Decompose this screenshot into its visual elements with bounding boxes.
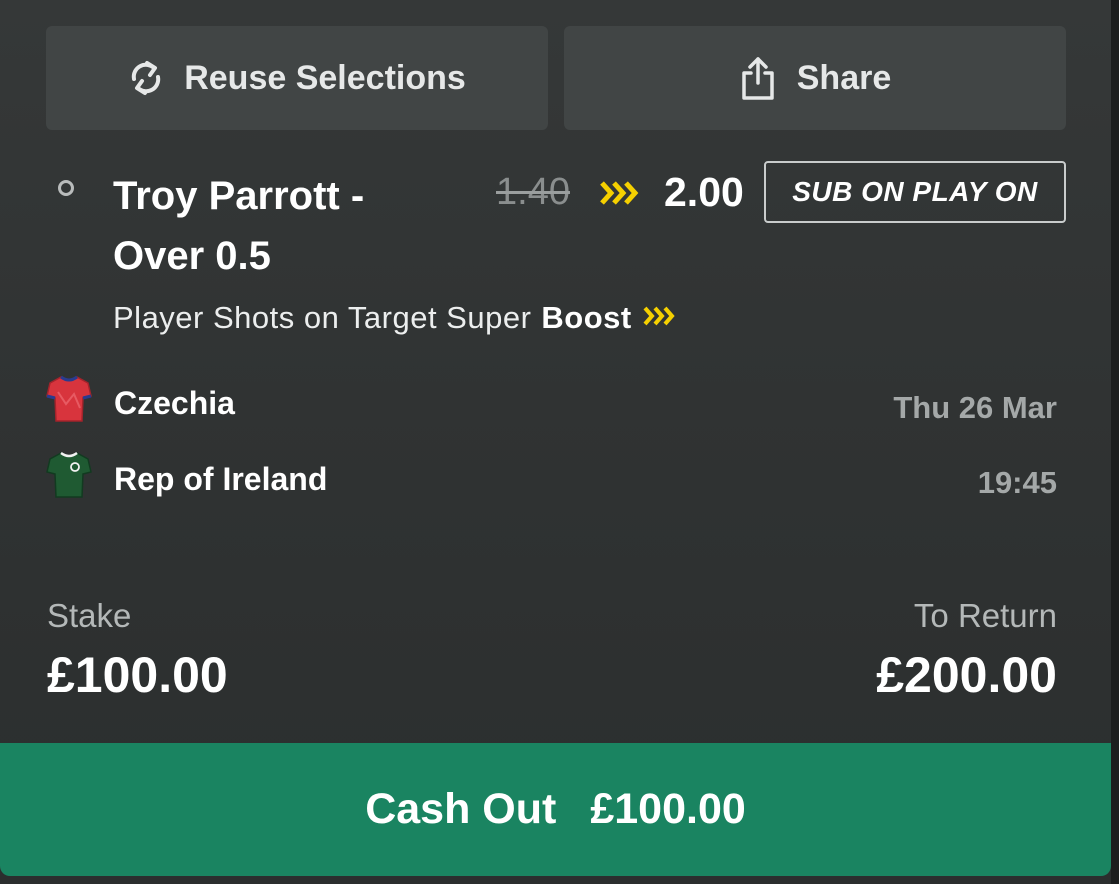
boosted-odds: 2.00	[664, 169, 744, 215]
refresh-icon	[128, 59, 164, 97]
boost-label: Boost	[541, 300, 632, 335]
away-team-name: Rep of Ireland	[114, 460, 328, 497]
sub-on-play-on-badge: SUB ON PLAY ON	[764, 161, 1066, 223]
reuse-selections-button[interactable]: Reuse Selections	[46, 26, 548, 130]
cash-out-button[interactable]: Cash Out £100.00	[0, 743, 1111, 876]
action-buttons: Reuse Selections Share	[46, 26, 1066, 130]
shirt-icon	[46, 374, 92, 432]
home-team-row: Czechia	[46, 374, 235, 432]
stake-label: Stake	[47, 597, 132, 634]
share-button[interactable]: Share	[564, 26, 1066, 130]
share-icon	[739, 55, 777, 101]
original-odds: 1.40	[496, 171, 570, 213]
share-label: Share	[796, 58, 892, 97]
event-time: 19:45	[977, 465, 1057, 500]
market-description: Player Shots on Target Super Boost	[113, 296, 678, 340]
cash-out-amount: £100.00	[590, 785, 746, 833]
home-team-name: Czechia	[114, 384, 235, 421]
market-name: Player Shots on Target Super	[113, 300, 532, 335]
to-return-label: To Return	[913, 597, 1057, 634]
bet-card: Reuse Selections Share Troy Parrott - Ov…	[0, 0, 1119, 884]
away-team-row: Rep of Ireland	[46, 450, 327, 508]
shirt-icon	[46, 450, 92, 508]
stake-value: £100.00	[47, 647, 228, 703]
reuse-selections-label: Reuse Selections	[184, 58, 466, 97]
cash-out-label: Cash Out	[365, 785, 557, 833]
to-return-value: £200.00	[876, 647, 1057, 703]
chevrons-right-icon	[632, 296, 678, 340]
selection-status-indicator	[58, 180, 74, 196]
event-date: Thu 26 Mar	[893, 390, 1057, 425]
selection-title: Troy Parrott - Over 0.5	[113, 174, 365, 278]
chevrons-right-icon	[598, 178, 644, 213]
